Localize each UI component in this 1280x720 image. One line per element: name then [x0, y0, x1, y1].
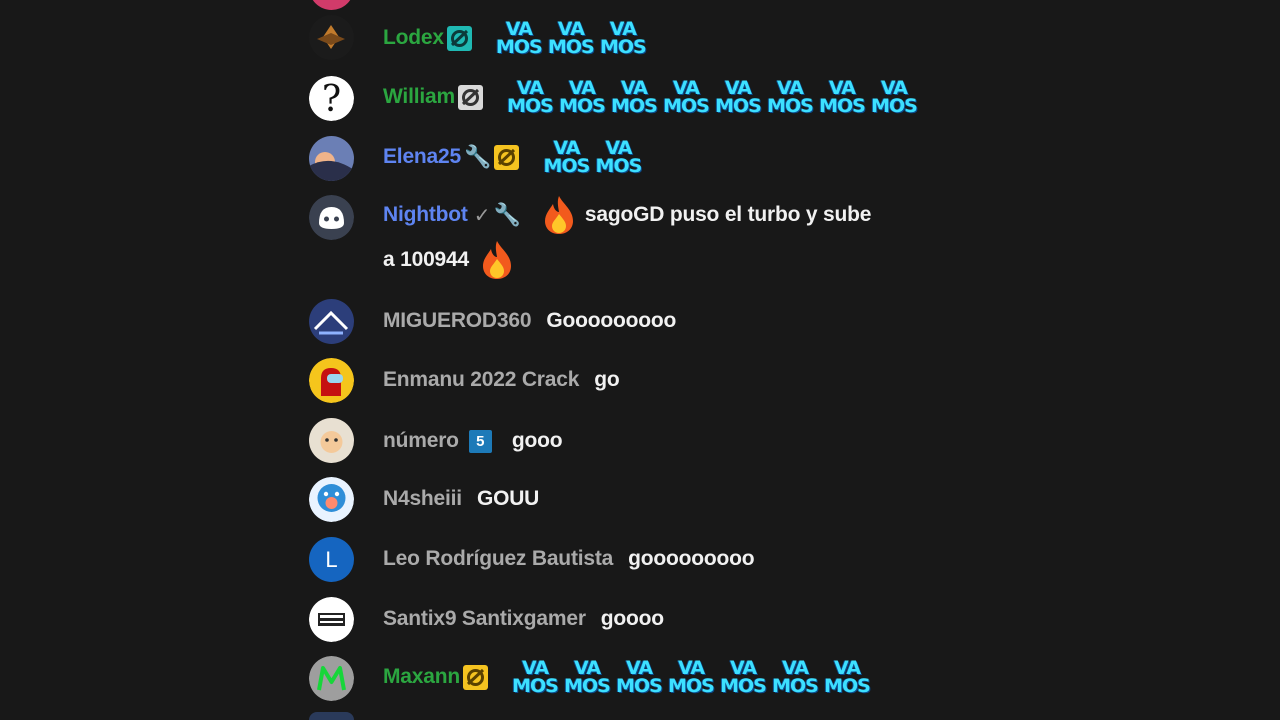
vamos-emote: VA MOS: [595, 137, 643, 177]
avatar[interactable]: [309, 418, 354, 463]
vamos-emote: VA MOS: [543, 137, 591, 177]
avatar[interactable]: [309, 195, 354, 240]
message-content: Santix9 Santixgamer goooo: [383, 604, 664, 634]
check-icon: ✓: [473, 204, 491, 227]
message-text: GOUU: [476, 487, 540, 510]
emote-list: VA MOS VA MOS VA MOS VA MOS VA MOS VA MOS VA MO…: [509, 656, 873, 698]
avatar[interactable]: [309, 136, 354, 181]
author-name[interactable]: Santix9 Santixgamer: [383, 607, 586, 631]
message-text: sagoGD puso el turbo y sube: [584, 203, 872, 226]
member-badge-icon: [462, 664, 489, 691]
author-name[interactable]: Elena25: [383, 145, 461, 169]
avatar-letter: L: [325, 546, 338, 572]
vamos-emote: VA MOS: [715, 77, 762, 117]
vamos-emote: VA MOS: [495, 18, 543, 58]
wrench-icon: 🔧: [493, 202, 521, 227]
vamos-emote: VA MOS: [720, 657, 767, 697]
vamos-emote: VA MOS: [564, 657, 611, 697]
vamos-emote: VA MOS: [871, 77, 918, 117]
vamos-emote: VA MOS: [611, 77, 658, 117]
message-content: N4sheiii GOUU: [383, 484, 539, 514]
vamos-emote: VA MOS: [772, 657, 819, 697]
message-content: Lodex VA MOS VA MOS VA MOS: [383, 20, 649, 57]
avatar[interactable]: [309, 712, 354, 720]
message-content: Leo Rodríguez Bautista gooooooooo: [383, 544, 755, 574]
author-name[interactable]: N4sheiii: [383, 487, 462, 511]
member-badge-icon: [457, 84, 484, 111]
author-name[interactable]: Enmanu 2022 Crack: [383, 368, 579, 392]
vamos-emote: VA MOS: [663, 77, 710, 117]
member-badge-icon: [446, 25, 473, 52]
author-name[interactable]: Leo Rodríguez Bautista: [383, 547, 613, 571]
avatar[interactable]: L: [309, 537, 354, 582]
vamos-emote: VA MOS: [599, 18, 647, 58]
avatar[interactable]: [309, 358, 354, 403]
avatar[interactable]: [309, 597, 354, 642]
vamos-emote: VA MOS: [824, 657, 871, 697]
vamos-emote: VA MOS: [668, 657, 715, 697]
message-text: gooooooooo: [628, 547, 755, 570]
wrench-icon: 🔧: [464, 144, 492, 169]
avatar[interactable]: ?: [309, 76, 354, 121]
vamos-emote: VA MOS: [616, 657, 663, 697]
avatar[interactable]: [309, 0, 354, 10]
message-content: Enmanu 2022 Crack go: [383, 365, 620, 395]
message-text: a 100944: [383, 248, 469, 271]
message-content: Elena25 🔧 VA MOS VA MOS: [383, 139, 644, 176]
fire-emoji-icon: [541, 194, 577, 236]
message-content: número 5 gooo: [383, 426, 563, 456]
message-content: William VA MOS VA MOS VA MOS VA MOS VA MOS VA…: [383, 79, 920, 116]
author-name[interactable]: Maxann: [383, 665, 460, 689]
message-content: Maxann VA MOS VA MOS VA MOS VA MOS VA MOS VA M…: [383, 659, 873, 696]
author-name[interactable]: número: [383, 429, 459, 453]
emote-list: VA MOS VA MOS VA MOS: [493, 17, 649, 59]
live-chat-feed: Lodex VA MOS VA MOS VA MOS ? William VA MOS …: [0, 0, 1280, 720]
svg-text:?: ?: [322, 79, 341, 120]
vamos-emote: VA MOS: [819, 77, 866, 117]
member-badge: 5: [468, 429, 492, 453]
message-content-continued: a 100944: [383, 241, 515, 279]
member-badge-icon: [493, 144, 520, 171]
emote-list: VA MOS VA MOS: [540, 136, 644, 178]
author-name[interactable]: MIGUEROD360: [383, 309, 532, 333]
message-text: go: [594, 368, 620, 391]
message-text: goooo: [600, 607, 664, 630]
avatar[interactable]: [309, 15, 354, 60]
emote-list: VA MOS VA MOS VA MOS VA MOS VA MOS VA MOS VA MO…: [504, 76, 920, 118]
avatar[interactable]: [309, 656, 354, 701]
author-name[interactable]: Lodex: [383, 26, 444, 50]
vamos-emote: VA MOS: [512, 657, 559, 697]
vamos-emote: VA MOS: [507, 77, 554, 117]
message-text: Gooooooooo: [546, 309, 677, 332]
message-content: MIGUEROD360 Gooooooooo: [383, 306, 676, 336]
author-name[interactable]: William: [383, 85, 455, 109]
message-text: gooo: [511, 429, 563, 452]
avatar[interactable]: [309, 477, 354, 522]
vamos-emote: VA MOS: [547, 18, 595, 58]
vamos-emote: VA MOS: [559, 77, 606, 117]
fire-emoji-icon: [479, 239, 515, 281]
message-content: Nightbot ✓ 🔧 sagoGD puso el turbo y sube: [383, 196, 872, 234]
author-name[interactable]: Nightbot: [383, 203, 468, 227]
vamos-emote: VA MOS: [767, 77, 814, 117]
avatar[interactable]: [309, 299, 354, 344]
